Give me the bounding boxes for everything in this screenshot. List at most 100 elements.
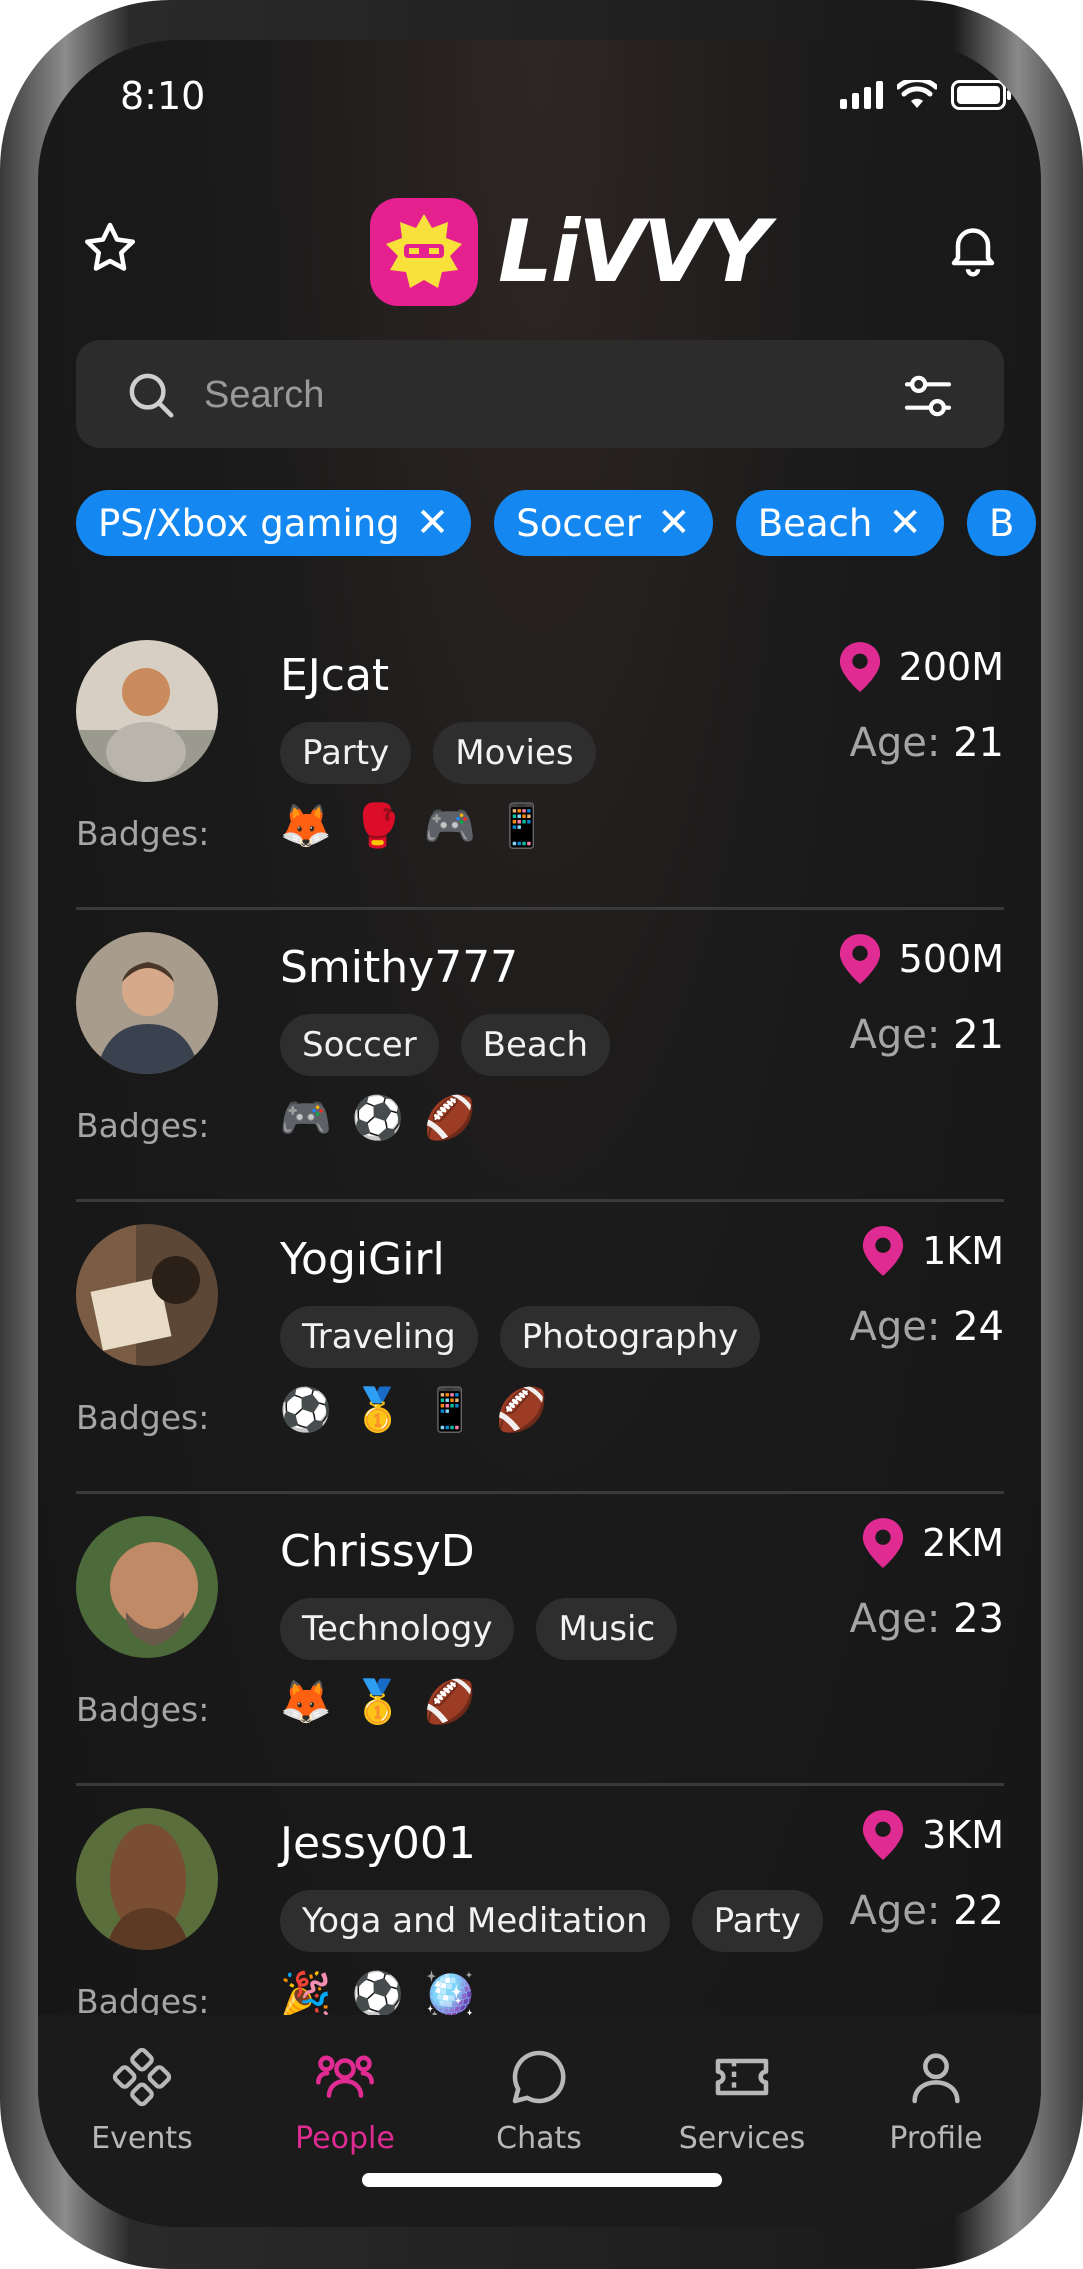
age-label: Age: [849, 1012, 941, 1058]
age-value: 23 [953, 1596, 1004, 1642]
close-icon[interactable]: ✕ [888, 503, 922, 543]
avatar [76, 1224, 218, 1366]
status-icons [840, 80, 1013, 110]
badges-label: Badges: [76, 1398, 210, 1437]
app-logo: LiVVY [370, 198, 770, 306]
search-bar [76, 340, 1004, 448]
nav-label: Chats [496, 2121, 582, 2156]
distance: 200M [837, 640, 1004, 694]
distance-value: 200M [898, 645, 1004, 689]
badges: 🎉 ⚽ 🪩 [280, 1968, 476, 2020]
disco-ball-badge-icon: 🪩 [423, 1969, 477, 2018]
home-indicator[interactable] [362, 2173, 722, 2187]
nav-label: Profile [889, 2121, 983, 2156]
distance: 500M [837, 932, 1004, 986]
people-icon [316, 2055, 374, 2098]
person-row[interactable]: YogiGirl Traveling Photography Badges: ⚽… [76, 1202, 1004, 1494]
person-row[interactable]: Smithy777 Soccer Beach Badges: 🎮 ⚽ 🏈 500… [76, 910, 1004, 1202]
status-time: 8:10 [120, 74, 206, 118]
username: YogiGirl [280, 1234, 445, 1285]
filter-chip[interactable]: B [966, 490, 1037, 556]
soccer-ball-badge-icon: ⚽ [351, 1969, 405, 2018]
filter-sliders-icon[interactable] [900, 368, 956, 424]
distance: 3KM [860, 1808, 1004, 1862]
avatar [76, 932, 218, 1074]
person-row[interactable]: ChrissyD Technology Music Badges: 🦊 🥇 🏈 … [76, 1494, 1004, 1786]
location-pin-icon [862, 1810, 904, 1860]
age-label: Age: [849, 1304, 941, 1350]
filter-chips: PS/Xbox gaming ✕ Soccer ✕ Beach ✕ B [76, 490, 1041, 556]
interest-tag: Photography [499, 1306, 761, 1368]
nav-label: Events [91, 2121, 193, 2156]
interest-tags: Technology Music [280, 1598, 678, 1660]
interest-tag: Party [691, 1890, 823, 1952]
age-value: 21 [953, 1012, 1004, 1058]
interest-tags: Traveling Photography [280, 1306, 761, 1368]
search-input[interactable] [204, 370, 764, 420]
interest-tag: Technology [280, 1598, 515, 1660]
username: EJcat [280, 650, 390, 701]
ticket-icon [715, 2058, 769, 2096]
notifications-bell-icon[interactable] [943, 218, 1003, 278]
nav-item-services[interactable]: Services [652, 2045, 832, 2156]
filter-chip[interactable]: Beach ✕ [735, 490, 944, 556]
interest-tag: Movies [433, 722, 596, 784]
device-frame: 8:10 LiVVY Search PS/Xbox gaming ✕ Socce… [0, 0, 1083, 2269]
chip-label: PS/Xbox gaming [98, 501, 400, 545]
location-pin-icon [839, 642, 880, 692]
filter-chip[interactable]: PS/Xbox gaming ✕ [76, 490, 472, 556]
badges: 🎮 ⚽ 🏈 [280, 1092, 476, 1144]
close-icon[interactable]: ✕ [416, 503, 450, 543]
people-list: EJcat Party Movies Badges: 🦊 🥊 🎮 📱 200M … [76, 618, 1004, 2078]
events-icon [112, 2047, 172, 2107]
person-row[interactable]: EJcat Party Movies Badges: 🦊 🥊 🎮 📱 200M … [76, 618, 1004, 910]
logo-mark-icon [370, 198, 478, 306]
age: Age: 22 [850, 1888, 1004, 1934]
location-pin-icon [862, 1226, 904, 1276]
avatar [76, 1808, 218, 1950]
bottom-navigation: Events People Chats Services Profile [38, 2015, 1041, 2227]
username: ChrissyD [280, 1526, 475, 1577]
interest-tag: Party [280, 722, 412, 784]
distance: 1KM [860, 1224, 1004, 1278]
username: Jessy001 [280, 1818, 476, 1869]
nav-item-events[interactable]: Events [52, 2045, 232, 2156]
nav-item-profile[interactable]: Profile [846, 2045, 1026, 2156]
badges-label: Badges: [76, 1690, 210, 1729]
location-pin-icon [839, 934, 880, 984]
nav-label: People [295, 2121, 395, 2156]
favorites-star-icon[interactable] [80, 218, 140, 278]
username: Smithy777 [280, 942, 519, 993]
gamepad-badge-icon: 🎮 [279, 1093, 333, 1142]
search-icon [129, 373, 174, 418]
football-badge-icon: 🏈 [423, 1093, 477, 1142]
wifi-icon [897, 80, 937, 110]
filter-chip[interactable]: Soccer ✕ [494, 490, 713, 556]
age-value: 22 [953, 1888, 1004, 1934]
distance-value: 500M [898, 937, 1004, 981]
fox-badge-icon: 🦊 [279, 801, 333, 850]
cellular-signal-icon [840, 81, 883, 109]
interest-tag: Yoga and Meditation [280, 1890, 670, 1952]
badges-label: Badges: [76, 1106, 210, 1145]
chat-icon [512, 2050, 566, 2104]
status-bar: 8:10 [38, 40, 1041, 150]
soccer-ball-badge-icon: ⚽ [279, 1385, 333, 1434]
age-value: 24 [953, 1304, 1004, 1350]
age-label: Age: [849, 720, 941, 766]
gold-medal-badge-icon: 🥇 [351, 1385, 405, 1434]
close-icon[interactable]: ✕ [657, 503, 691, 543]
age: Age: 23 [850, 1596, 1004, 1642]
nav-item-chats[interactable]: Chats [449, 2045, 629, 2156]
profile-icon [912, 2053, 960, 2104]
app-screen: 8:10 LiVVY Search PS/Xbox gaming ✕ Socce… [38, 40, 1041, 2227]
party-popper-badge-icon: 🎉 [279, 1969, 333, 2018]
football-badge-icon: 🏈 [423, 1677, 477, 1726]
fox-badge-icon: 🦊 [279, 1677, 333, 1726]
chip-label: Soccer [516, 501, 642, 545]
battery-icon [951, 80, 1013, 110]
distance-value: 1KM [922, 1229, 1004, 1273]
distance-value: 3KM [922, 1813, 1004, 1857]
nav-item-people[interactable]: People [255, 2045, 435, 2156]
interest-tags: Party Movies [280, 722, 596, 784]
